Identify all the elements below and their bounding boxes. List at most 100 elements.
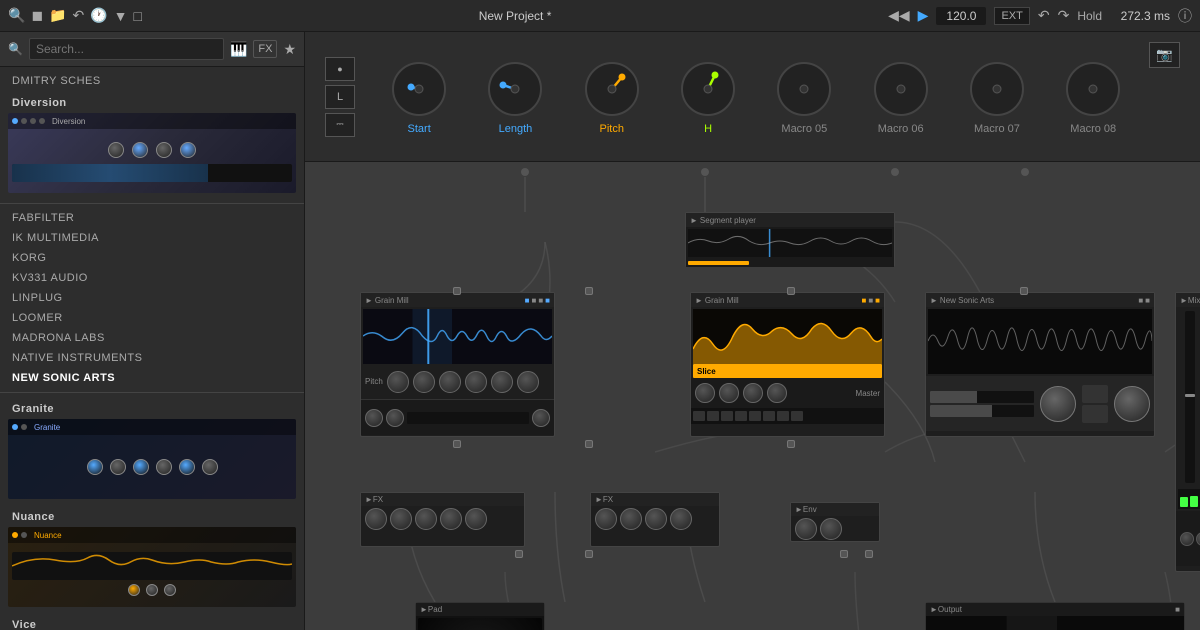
dropdown-arrow[interactable]: ▼ — [114, 8, 128, 24]
fx-button[interactable]: FX — [253, 40, 277, 58]
sidebar-item-dmitry-sches[interactable]: DMITRY SCHES — [0, 71, 304, 91]
diversion-thumbnail[interactable]: Diversion — [8, 113, 296, 193]
piano-icon[interactable]: 🎹 — [230, 41, 247, 58]
redo-transport-icon[interactable]: ↷ — [1058, 7, 1070, 24]
history-icon[interactable]: 🕐 — [90, 7, 107, 24]
sidebar-item-madrona[interactable]: MADRONA LABS — [0, 328, 304, 348]
macro-knob-07[interactable]: Macro 07 — [949, 59, 1045, 135]
left-synth-module[interactable]: ►Grain Mill ■■■ ■ — [360, 292, 555, 437]
node-7[interactable] — [787, 440, 795, 448]
macro-07-label: Macro 07 — [974, 123, 1020, 135]
canvas-area[interactable]: ► Segment player ►Grain Mill — [305, 162, 1200, 630]
knob-07-container[interactable] — [967, 59, 1027, 119]
node-10[interactable] — [840, 550, 848, 558]
screenshot-button[interactable]: 📷 — [1149, 42, 1180, 68]
main-area: 🔍 🎹 FX ★ DMITRY SCHES Diversion — [0, 32, 1200, 630]
node-9[interactable] — [585, 550, 593, 558]
diversion-preset-area: Diversion — [0, 113, 304, 199]
sidebar-item-loomer[interactable]: LOOMER — [0, 308, 304, 328]
eq-button[interactable]: ⎓ — [325, 113, 355, 137]
granite-preset-area: Granite — [0, 419, 304, 505]
sidebar-item-kv331[interactable]: KV331 AUDIO — [0, 268, 304, 288]
sidebar-item-ik-multimedia[interactable]: IK MULTIMEDIA — [0, 228, 304, 248]
sidebar-item-new-sonic-arts[interactable]: NEW SONIC ARTS — [0, 368, 304, 388]
divider-2 — [0, 392, 304, 393]
node-2[interactable] — [585, 287, 593, 295]
node-11[interactable] — [865, 550, 873, 558]
node-8[interactable] — [515, 550, 523, 558]
macro-pitch-label: Pitch — [600, 123, 624, 135]
sidebar-section-diversion: Diversion — [0, 91, 304, 111]
undo-transport-icon[interactable]: ↶ — [1038, 7, 1050, 24]
divider-1 — [0, 203, 304, 204]
hold-label: Hold — [1077, 9, 1102, 23]
browser-icon[interactable]: ◼ — [31, 7, 43, 24]
sidebar-search-bar: 🔍 🎹 FX ★ — [0, 32, 304, 67]
top-waveform-module[interactable]: ► Segment player — [685, 212, 895, 267]
skip-back-button[interactable]: ◀◀ — [888, 7, 910, 24]
macro-start-label: Start — [408, 123, 431, 135]
macro-knob-05[interactable]: Macro 05 — [756, 59, 852, 135]
knob-h-container[interactable] — [678, 59, 738, 119]
pad-module[interactable]: ►Pad — [415, 602, 545, 630]
granite-thumbnail[interactable]: Granite — [8, 419, 296, 499]
macro-knob-pitch[interactable]: Pitch — [564, 59, 660, 135]
knob-start-container[interactable] — [389, 59, 449, 119]
left-fx-module[interactable]: ►FX — [360, 492, 525, 547]
sidebar-section-nuance: Nuance — [0, 505, 304, 525]
nuance-preset-area: Nuance — [0, 527, 304, 613]
sidebar-item-native-instruments[interactable]: NATIVE INSTRUMENTS — [0, 348, 304, 368]
macro-knob-08[interactable]: Macro 08 — [1045, 59, 1141, 135]
top-bar: 🔍 ◼ 📁 ↶ 🕐 ▼ □ New Project * ◀◀ ▶ 120.0 E… — [0, 0, 1200, 32]
sidebar-section-vice: Vice — [0, 613, 304, 630]
undo-icon[interactable]: ↶ — [73, 7, 85, 24]
macro-06-label: Macro 06 — [878, 123, 924, 135]
node-4[interactable] — [1020, 287, 1028, 295]
macro-knob-h[interactable]: H — [660, 59, 756, 135]
nuance-thumbnail[interactable]: Nuance — [8, 527, 296, 607]
star-icon[interactable]: ★ — [283, 41, 296, 58]
node-5[interactable] — [453, 440, 461, 448]
macro-knobs-bar: ● L ⎓ Start — [305, 32, 1200, 162]
macro-area: ● L ⎓ Start — [305, 32, 1200, 630]
time-display: 272.3 ms — [1110, 9, 1170, 23]
project-title: New Project * — [148, 9, 882, 23]
folder-icon[interactable]: 📁 — [49, 7, 66, 24]
transport-controls: ◀◀ ▶ 120.0 EXT ↶ ↷ Hold 272.3 ms ⓘ — [888, 6, 1192, 26]
macro-controls-left: ● L ⎓ — [325, 57, 355, 137]
search-input[interactable] — [29, 38, 224, 60]
sidebar-item-linplug[interactable]: LINPLUG — [0, 288, 304, 308]
knob-06-container[interactable] — [871, 59, 931, 119]
knob-length-container[interactable] — [485, 59, 545, 119]
center-synth-module[interactable]: ►Grain Mill ■■ ■ Slice — [690, 292, 885, 437]
right-synth-module[interactable]: ►New Sonic Arts ■■ — [925, 292, 1155, 437]
info-button[interactable]: ⓘ — [1178, 6, 1192, 26]
node-6[interactable] — [585, 440, 593, 448]
ext-button[interactable]: EXT — [994, 7, 1029, 25]
macro-knob-length[interactable]: Length — [467, 59, 563, 135]
sidebar: 🔍 🎹 FX ★ DMITRY SCHES Diversion — [0, 32, 305, 630]
sidebar-item-korg[interactable]: KORG — [0, 248, 304, 268]
node-1[interactable] — [453, 287, 461, 295]
knob-08-container[interactable] — [1063, 59, 1123, 119]
sidebar-item-fabfilter[interactable]: FABFILTER — [0, 208, 304, 228]
knob-05-container[interactable] — [774, 59, 834, 119]
search-icon[interactable]: 🔍 — [8, 7, 25, 24]
l-button[interactable]: L — [325, 85, 355, 109]
center-fx-module[interactable]: ►FX — [590, 492, 720, 547]
knob-pitch-container[interactable] — [582, 59, 642, 119]
sidebar-section-granite: Granite — [0, 397, 304, 417]
play-button[interactable]: ▶ — [918, 7, 929, 24]
macro-length-label: Length — [499, 123, 533, 135]
macro-08-label: Macro 08 — [1070, 123, 1116, 135]
output-waveform-module[interactable]: ►Output ■ — [925, 602, 1185, 630]
small-fx-module[interactable]: ►Env — [790, 502, 880, 542]
learn-button[interactable]: ● — [325, 57, 355, 81]
sidebar-search-icon[interactable]: 🔍 — [8, 42, 23, 56]
window-icon[interactable]: □ — [134, 8, 142, 24]
macro-knob-06[interactable]: Macro 06 — [852, 59, 948, 135]
node-3[interactable] — [787, 287, 795, 295]
bpm-display[interactable]: 120.0 — [936, 7, 986, 25]
macro-knob-start[interactable]: Start — [371, 59, 467, 135]
mixer-module[interactable]: ►Mixer ■■ — [1175, 292, 1200, 572]
